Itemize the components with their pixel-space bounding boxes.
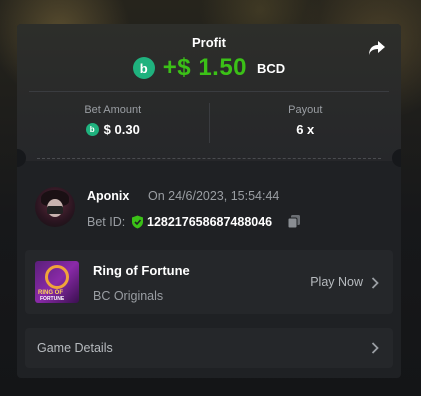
- divider: [29, 91, 389, 92]
- profit-row: b +$ 1.50 BCD: [17, 54, 401, 82]
- game-provider: BC Originals: [93, 289, 164, 303]
- thumb-title-line2: FORTUNE: [40, 296, 65, 302]
- copy-icon[interactable]: [287, 214, 301, 229]
- payout-label: Payout: [288, 104, 323, 116]
- game-thumbnail: RING OF FORTUNE: [35, 261, 79, 303]
- profit-header: Profit b +$ 1.50 BCD Bet Amount b $ 0.30…: [17, 24, 401, 161]
- bet-amount-stat: Bet Amount b $ 0.30: [17, 101, 209, 146]
- player-name[interactable]: Aponix: [87, 189, 129, 203]
- bet-stats: Bet Amount b $ 0.30 Payout 6 x: [17, 101, 401, 146]
- bet-amount-label: Bet Amount: [84, 104, 142, 116]
- bet-id-value: 128217658687488046: [147, 215, 273, 229]
- profit-currency: BCD: [257, 60, 286, 76]
- payout-stat: Payout 6 x: [210, 101, 402, 146]
- bet-date: On 24/6/2023, 15:54:44: [148, 189, 280, 203]
- bet-amount-value-row: b $ 0.30: [17, 122, 209, 137]
- chevron-right-icon: [371, 277, 379, 289]
- bcd-coin-icon: b: [132, 57, 155, 79]
- verified-shield-icon: [132, 215, 143, 229]
- ticket-separator: [37, 158, 381, 159]
- avatar[interactable]: [35, 187, 75, 227]
- bet-detail-card: Profit b +$ 1.50 BCD Bet Amount b $ 0.30…: [17, 24, 401, 378]
- payout-value: 6 x: [296, 122, 315, 137]
- play-now-button[interactable]: Play Now: [310, 275, 363, 289]
- share-icon[interactable]: [367, 38, 387, 58]
- bet-amount-value: $ 0.30: [103, 122, 140, 137]
- chevron-right-icon: [371, 342, 379, 354]
- bcd-coin-icon: b: [85, 123, 99, 136]
- game-title: Ring of Fortune: [93, 263, 190, 278]
- bet-id-label: Bet ID:: [87, 215, 126, 229]
- game-row[interactable]: RING OF FORTUNE Ring of Fortune BC Origi…: [25, 250, 393, 314]
- ticket-notch-right: [392, 149, 401, 167]
- profit-value: +$ 1.50: [162, 54, 248, 81]
- game-details-label: Game Details: [37, 341, 113, 355]
- profit-label: Profit: [192, 35, 226, 50]
- game-details-row[interactable]: Game Details: [25, 328, 393, 368]
- player-info: Aponix On 24/6/2023, 15:54:44 Bet ID: 12…: [35, 187, 385, 235]
